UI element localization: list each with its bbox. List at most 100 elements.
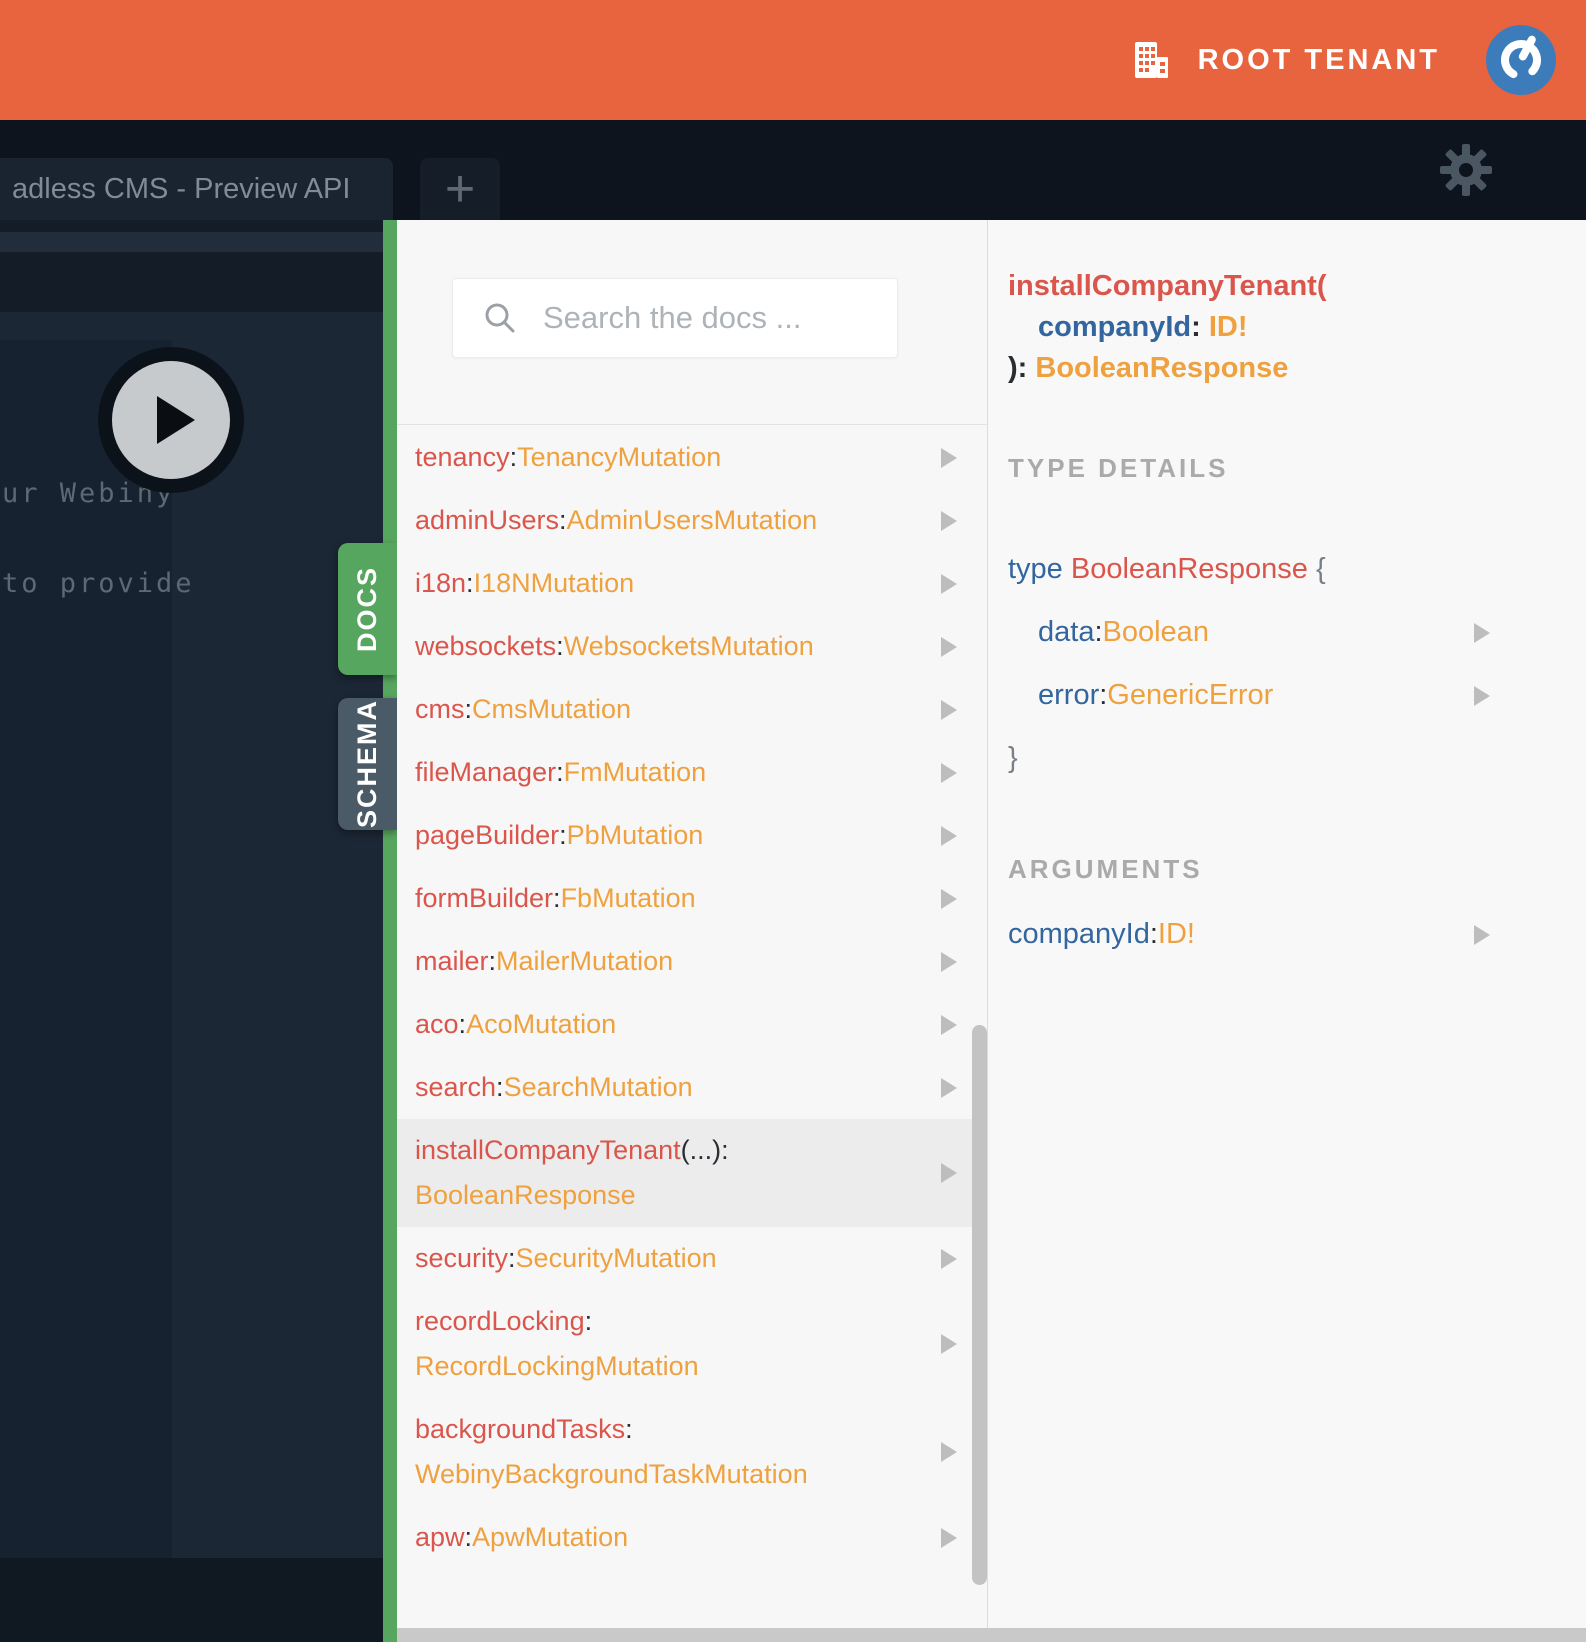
doc-list-item[interactable]: formBuilder: FbMutation (397, 867, 987, 930)
argument-row[interactable]: companyId: ID! (1008, 903, 1586, 966)
tab-schema[interactable]: SCHEMA (338, 698, 397, 830)
doc-list-item[interactable]: pageBuilder: PbMutation (397, 804, 987, 867)
doc-item-separator: : (458, 1009, 467, 1039)
search-input[interactable]: Search the docs ... (452, 278, 898, 358)
doc-item-field: i18n (415, 568, 467, 598)
docs-search-section: Search the docs ... (397, 220, 987, 425)
doc-item-separator: : (625, 1414, 633, 1444)
vertical-scrollbar-thumb[interactable] (972, 1025, 987, 1585)
doc-item-separator: : (464, 1522, 473, 1552)
doc-item-field: pageBuilder (415, 820, 560, 850)
main-area: ur Webiny to provide DOCS SCHEMA Search … (0, 220, 1586, 1642)
doc-list-item[interactable]: adminUsers: AdminUsersMutation (397, 489, 987, 552)
doc-list-item[interactable]: tenancy: TenancyMutation (397, 426, 987, 489)
user-avatar-button[interactable] (1486, 25, 1556, 95)
signature-arg-type[interactable]: ID! (1209, 311, 1248, 343)
argument-list: companyId: ID! (1008, 903, 1586, 966)
doc-list-item[interactable]: security: SecurityMutation (397, 1227, 987, 1290)
doc-item-type: TenancyMutation (517, 442, 722, 472)
top-bar: ROOT TENANT (0, 0, 1586, 120)
editor-band (0, 232, 383, 252)
tenant-label: ROOT TENANT (1197, 43, 1440, 76)
doc-list-item[interactable]: cms: CmsMutation (397, 678, 987, 741)
chevron-right-icon (1474, 622, 1490, 643)
docs-panel-edge (383, 220, 397, 1642)
field-signature: installCompanyTenant( companyId: ID! ): … (1008, 270, 1327, 384)
doc-item-separator: : (559, 505, 567, 535)
tab-docs[interactable]: DOCS (338, 543, 397, 675)
doc-list-item[interactable]: fileManager: FmMutation (397, 741, 987, 804)
query-editor-pane[interactable]: ur Webiny to provide (0, 220, 383, 1642)
detail-field-type: GenericError (1107, 679, 1274, 711)
detail-field-type: ID! (1157, 918, 1195, 950)
doc-list-item[interactable]: i18n: I18NMutation (397, 552, 987, 615)
type-field-row[interactable]: data: Boolean (1008, 601, 1586, 664)
doc-item-type: FbMutation (560, 883, 696, 913)
doc-item-separator: : (556, 631, 564, 661)
play-button[interactable] (98, 347, 244, 493)
detail-field-separator: : (1094, 616, 1103, 648)
type-field-row[interactable]: error: GenericError (1008, 664, 1586, 727)
doc-item-field: adminUsers (415, 505, 560, 535)
doc-item-field: cms (415, 694, 465, 724)
detail-field-type: Boolean (1102, 616, 1209, 648)
new-tab-button[interactable]: + (420, 158, 500, 220)
doc-item-type: WebsocketsMutation (563, 631, 814, 661)
doc-item-separator: : (508, 1243, 516, 1273)
doc-item-field: recordLocking (415, 1306, 585, 1336)
detail-field-name: companyId (1008, 918, 1150, 950)
doc-list-item[interactable]: websockets: WebsocketsMutation (397, 615, 987, 678)
doc-list-item[interactable]: search: SearchMutation (397, 1056, 987, 1119)
doc-item-type: BooleanResponse (415, 1180, 636, 1210)
doc-list-item[interactable]: mailer: MailerMutation (397, 930, 987, 993)
building-icon (1134, 42, 1168, 78)
search-placeholder: Search the docs ... (543, 300, 802, 335)
doc-item-type: SearchMutation (503, 1072, 693, 1102)
doc-item-type: RecordLockingMutation (415, 1351, 699, 1381)
chevron-right-icon (941, 510, 957, 531)
doc-list-item[interactable]: apw: ApwMutation (397, 1506, 987, 1569)
tab-headless-cms-preview-api[interactable]: adless CMS - Preview API (0, 158, 393, 220)
type-details-heading: TYPE DETAILS (1008, 453, 1229, 483)
signature-return-type[interactable]: BooleanResponse (1035, 352, 1288, 384)
doc-item-type: WebinyBackgroundTaskMutation (415, 1459, 808, 1489)
doc-item-type: I18NMutation (473, 568, 635, 598)
doc-item-type: ApwMutation (472, 1522, 629, 1552)
settings-button[interactable] (1438, 142, 1494, 198)
editor-band (0, 220, 383, 232)
doc-item-separator: (...): (680, 1135, 729, 1165)
chevron-right-icon (941, 762, 957, 783)
doc-item-type: PbMutation (566, 820, 704, 850)
type-name[interactable]: BooleanResponse (1071, 553, 1308, 586)
chevron-right-icon (941, 1163, 957, 1183)
doc-item-field: apw (415, 1522, 465, 1552)
arguments-heading: ARGUMENTS (1008, 854, 1203, 884)
editor-band (0, 252, 383, 312)
doc-item-type: MailerMutation (496, 946, 674, 976)
doc-item-separator: : (496, 1072, 504, 1102)
chevron-right-icon (941, 1077, 957, 1098)
doc-list-item[interactable]: recordLocking: RecordLockingMutation (397, 1290, 987, 1398)
doc-item-type: AcoMutation (466, 1009, 617, 1039)
tenant-selector[interactable]: ROOT TENANT (1130, 39, 1440, 81)
docs-field-list: tenancy: TenancyMutation adminUsers: Admi… (397, 426, 987, 1569)
chevron-right-icon (941, 1334, 957, 1354)
detail-field-separator: : (1099, 679, 1108, 711)
schema-tab-label: SCHEMA (352, 699, 382, 829)
signature-arg-name[interactable]: companyId (1038, 311, 1191, 343)
gear-icon (1440, 144, 1492, 196)
doc-item-separator: : (488, 946, 497, 976)
detail-field-name: error (1038, 679, 1100, 711)
chevron-right-icon (941, 888, 957, 909)
doc-item-type: SecurityMutation (515, 1243, 717, 1273)
chevron-right-icon (941, 573, 957, 594)
editor-bottom-strip (0, 1558, 383, 1642)
play-icon (157, 396, 195, 444)
doc-list-item[interactable]: installCompanyTenant(...): BooleanRespon… (397, 1119, 987, 1227)
horizontal-scrollbar[interactable] (397, 1628, 1586, 1642)
doc-list-item[interactable]: backgroundTasks: WebinyBackgroundTaskMut… (397, 1398, 987, 1506)
doc-list-item[interactable]: aco: AcoMutation (397, 993, 987, 1056)
doc-item-field: fileManager (415, 757, 557, 787)
chevron-right-icon (941, 1442, 957, 1462)
doc-item-field: backgroundTasks (415, 1414, 626, 1444)
